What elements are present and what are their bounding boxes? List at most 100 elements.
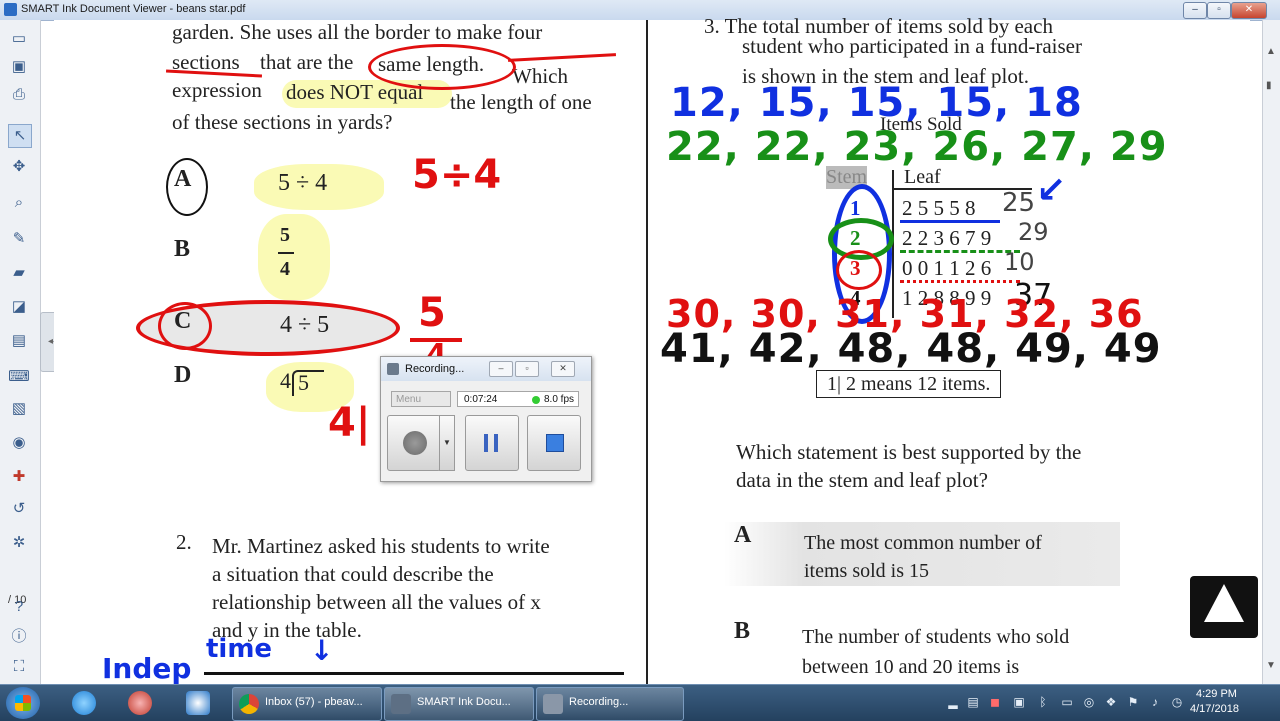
option-d-divisor: 4 (280, 368, 291, 393)
task-smart-ink[interactable]: SMART Ink Docu... (384, 687, 534, 721)
pause-button[interactable] (465, 415, 519, 471)
image-icon[interactable]: ▧ (8, 398, 30, 420)
bluetooth-icon[interactable]: ᛒ (1036, 695, 1050, 709)
flag-icon[interactable]: ⚑ (1126, 695, 1140, 709)
ie-icon (72, 691, 96, 715)
plot-title: Items Sold (880, 114, 962, 135)
scroll-thumb-icon[interactable]: ▮ (1266, 80, 1272, 91)
scroll-up-icon[interactable]: ▲ (1266, 46, 1276, 57)
keyboard-icon[interactable]: ⌨ (8, 366, 30, 388)
recorder-titlebar[interactable]: Recording... – ▫ ✕ (381, 357, 591, 381)
vertical-scrollbar[interactable]: ▲ ▮ ▼ (1262, 20, 1280, 684)
table-top-line (204, 672, 624, 675)
leaf-row-2: 2 2 3 6 7 9 (902, 226, 992, 250)
fit-icon[interactable]: ⛶ (8, 656, 30, 678)
info-icon[interactable]: ⓘ (8, 626, 30, 648)
eraser-icon[interactable]: ◪ (8, 296, 30, 318)
recorder-menu-dropdown[interactable]: Menu (391, 391, 451, 407)
task-chrome[interactable]: Inbox (57) - pbeav... (232, 687, 382, 721)
recorder-maximize-button[interactable]: ▫ (515, 361, 539, 377)
settings-icon[interactable]: ✲ (8, 532, 30, 554)
chrome-icon (239, 694, 259, 714)
highlighter-icon[interactable]: ▰ (8, 262, 30, 284)
camera-icon[interactable]: ◉ (8, 432, 30, 454)
recorder-status: 0:07:24 8.0 fps (457, 391, 579, 407)
open-icon[interactable]: ▭ (8, 28, 30, 50)
undo-icon[interactable]: ↺ (8, 498, 30, 520)
recorder-title: Recording... (405, 363, 465, 375)
ink-blue-indep: Indep (102, 652, 192, 685)
help-icon[interactable]: ? (8, 596, 30, 618)
choice-b-letter: B (734, 618, 751, 644)
q1-line1: garden. She uses all the border to make … (172, 20, 543, 44)
task-recording[interactable]: Recording... (536, 687, 684, 721)
pinned-snipping[interactable] (120, 689, 160, 717)
zoom-icon[interactable]: ⌕ (8, 192, 30, 214)
print-icon[interactable]: ⎙ (8, 84, 30, 106)
pen-icon[interactable]: ✎ (8, 228, 30, 250)
close-button[interactable]: ✕ (1231, 2, 1267, 19)
clock-time[interactable]: 4:29 PM (1196, 688, 1237, 700)
stop-button[interactable] (527, 415, 581, 471)
q1-line4: of these sections in yards? (172, 110, 393, 134)
page-icon[interactable]: ▤ (8, 330, 30, 352)
record-button[interactable] (387, 415, 441, 471)
maximize-button[interactable]: ▫ (1207, 2, 1231, 19)
smart-ink-icon (391, 694, 411, 714)
option-b-letter: B (174, 236, 191, 262)
clock-date[interactable]: 4/17/2018 (1190, 703, 1239, 715)
window-title: SMART Ink Document Viewer - beans star.p… (21, 3, 246, 15)
dropbox-icon[interactable]: ❖ (1104, 695, 1118, 709)
recorder-icon (387, 363, 399, 375)
q1-line2-text: that are the (260, 50, 354, 74)
display-icon[interactable]: ▣ (1012, 695, 1026, 709)
q2-number: 2. (176, 530, 192, 554)
smart-ink-icon (4, 3, 17, 16)
recorder-close-button[interactable]: ✕ (551, 361, 575, 377)
signal-icon[interactable]: ▂ (946, 695, 960, 709)
camera-icon (186, 691, 210, 715)
blue-underline (900, 220, 1000, 223)
recorder-minimize-button[interactable]: – (489, 361, 513, 377)
pinned-camera[interactable] (178, 689, 218, 717)
option-d-dividend: 5 (298, 370, 309, 395)
red-underline (900, 280, 1020, 283)
snipping-icon (128, 691, 152, 715)
choice-a-line1: The most common number of (804, 532, 1042, 554)
cursor-icon[interactable]: ↖ (8, 124, 32, 148)
security-icon[interactable]: ◼ (988, 695, 1002, 709)
choice-b-line1: The number of students who sold (802, 626, 1070, 648)
add-icon[interactable]: ✚ (8, 466, 30, 488)
q3-prompt-line2: data in the stem and leaf plot? (736, 468, 988, 492)
task-label: Recording... (569, 696, 629, 708)
highlight-mark (258, 214, 330, 300)
sync-icon[interactable]: ◎ (1082, 695, 1096, 709)
taskbar: Inbox (57) - pbeav... SMART Ink Docu... … (0, 684, 1280, 721)
option-a-letter: A (174, 166, 192, 192)
q2-line2: a situation that could describe the (212, 562, 494, 586)
choice-b-line2: between 10 and 20 items is (802, 656, 1020, 678)
save-icon[interactable]: ▣ (8, 56, 30, 78)
option-c-expr: 4 ÷ 5 (280, 312, 330, 338)
minimize-button[interactable]: – (1183, 2, 1207, 19)
scroll-down-icon[interactable]: ▼ (1266, 660, 1276, 671)
clock-icon[interactable]: ◷ (1170, 695, 1184, 709)
pinned-ie[interactable] (64, 689, 104, 717)
recorder-icon (543, 694, 563, 714)
volume-icon[interactable]: ♪ (1148, 695, 1162, 709)
battery-icon[interactable]: ▭ (1060, 695, 1074, 709)
q1-line2-which: Which (512, 64, 568, 88)
brand-badge (1190, 576, 1258, 638)
ink-leaf-note-2: 29 (1018, 218, 1049, 246)
q2-line1: Mr. Martinez asked his students to write (212, 534, 550, 558)
pointer-icon[interactable]: ✥ (8, 156, 30, 178)
ink-red-frac-num: 5 (418, 290, 446, 336)
network-icon[interactable]: ▤ (966, 695, 980, 709)
option-b-numerator: 5 (280, 224, 290, 246)
record-icon (403, 431, 427, 455)
ink-leaf-note-1: 25 (1002, 188, 1036, 218)
record-options-dropdown[interactable]: ▼ (439, 415, 455, 471)
start-button[interactable] (6, 687, 40, 719)
ink-blue-arrow: ↓ (310, 634, 334, 667)
leaf-row-3: 0 0 1 1 2 6 (902, 256, 992, 280)
